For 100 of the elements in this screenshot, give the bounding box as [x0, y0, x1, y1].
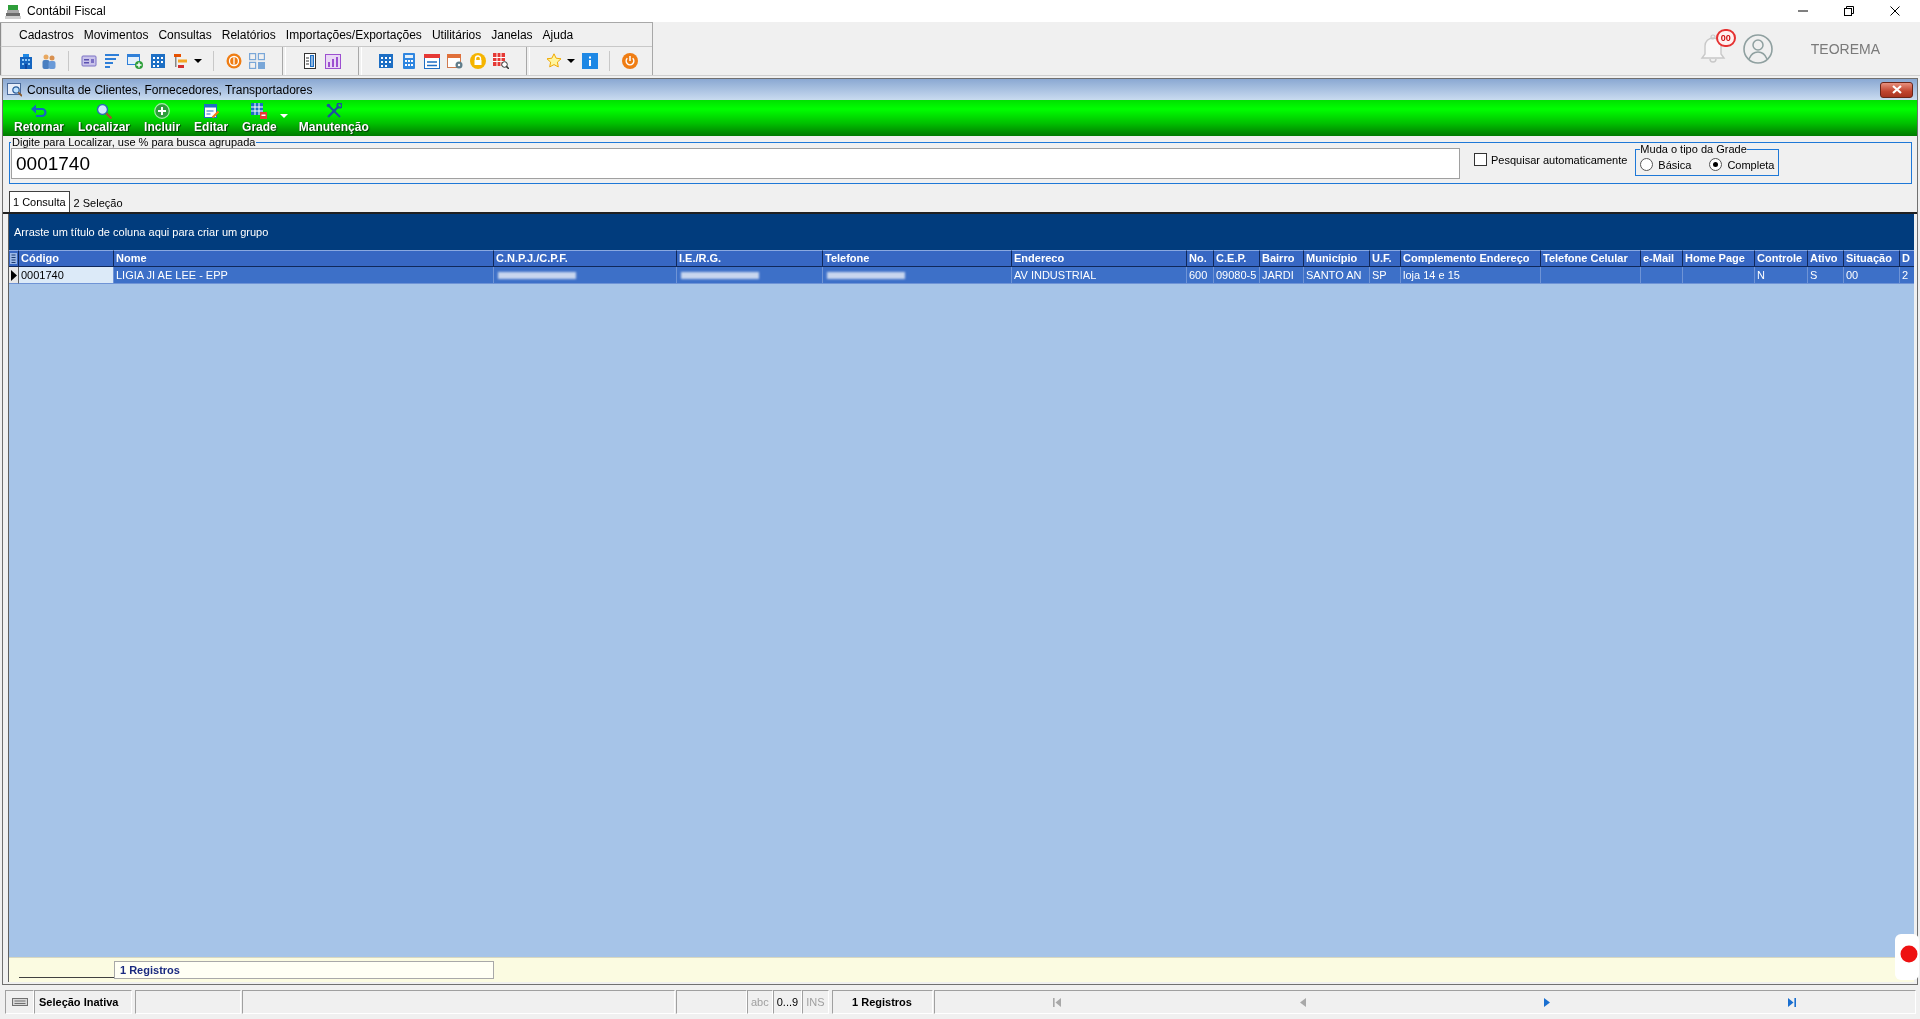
building-icon[interactable]: [17, 53, 34, 69]
table-search-icon[interactable]: [492, 53, 509, 69]
user-name: TEOREMA: [1810, 40, 1880, 57]
table-cell: SP: [1370, 267, 1401, 284]
menu-item[interactable]: Consultas: [153, 25, 217, 44]
power-icon[interactable]: [621, 53, 638, 69]
checkbox[interactable]: [1474, 153, 1487, 166]
column-header[interactable]: Telefone: [823, 250, 1012, 267]
column-header[interactable]: D: [1900, 250, 1914, 267]
tab[interactable]: 1 Consulta: [9, 191, 70, 212]
id-card-icon[interactable]: [80, 53, 97, 69]
group-hint: Arraste um título de coluna aqui para criar um grupo: [9, 214, 1914, 250]
table-cell: 0001740: [19, 267, 114, 284]
calendar-icon[interactable]: [149, 53, 166, 69]
radio-label: Completa: [1727, 158, 1775, 171]
column-header[interactable]: Endereco: [1012, 250, 1187, 267]
menu-item[interactable]: Cadastros: [14, 25, 79, 44]
status-indicator: abc: [747, 990, 773, 1014]
column-header[interactable]: U.F.: [1370, 250, 1401, 267]
table-cell: LIGIA JI AE LEE - EPP: [114, 267, 494, 284]
column-header[interactable]: C.E.P.: [1214, 250, 1260, 267]
calendar-gear-icon[interactable]: [446, 53, 463, 69]
table-cell: S: [1808, 267, 1844, 284]
tab[interactable]: 2 Seleção: [69, 193, 127, 212]
close-button[interactable]: [1880, 81, 1913, 98]
window-plus-icon[interactable]: [126, 53, 143, 69]
status-text: Seleção Inativa: [34, 990, 132, 1014]
list-icon[interactable]: [103, 53, 120, 69]
column-header[interactable]: I.E./R.G.: [677, 250, 823, 267]
toolbar-button[interactable]: Manutenção: [291, 103, 376, 136]
table-cell: N: [1755, 267, 1808, 284]
child-window-title: Consulta de Clientes, Fornecedores, Transportadores: [27, 82, 314, 97]
radio-label: Básica: [1658, 158, 1692, 171]
tools-icon: [325, 103, 342, 119]
calendar-icon[interactable]: [377, 53, 394, 69]
books-icon: [5, 3, 21, 19]
menu-item[interactable]: Importações/Exportações: [280, 25, 427, 44]
caret-icon[interactable]: [194, 59, 202, 63]
undo-arrow-icon: [31, 103, 47, 119]
column-list-icon[interactable]: [10, 253, 17, 264]
menu-item[interactable]: Relatórios: [216, 25, 281, 44]
column-header[interactable]: Home Page: [1683, 250, 1755, 267]
radio-button[interactable]: [1640, 158, 1654, 171]
toolbar-button[interactable]: Editar: [187, 103, 236, 136]
restore-icon: [1844, 6, 1854, 16]
notification-badge: 00: [1715, 28, 1736, 47]
caret-icon: [279, 114, 288, 118]
column-header[interactable]: Ativo: [1808, 250, 1844, 267]
group-label: Muda o tipo da Grade: [1640, 143, 1747, 155]
status-text: 1 Registros: [831, 990, 933, 1014]
table-cell: 600: [1187, 267, 1214, 284]
user-avatar-icon[interactable]: [1742, 33, 1773, 64]
column-header[interactable]: Complemento Endereço: [1401, 250, 1541, 267]
menu-item[interactable]: Janelas: [486, 25, 538, 44]
squares-icon[interactable]: [248, 53, 265, 69]
column-header[interactable]: Nome: [114, 250, 494, 267]
chart-icon[interactable]: [324, 53, 341, 69]
table-cell: 00: [1844, 267, 1900, 284]
grid-icon: [251, 103, 268, 119]
caret-icon[interactable]: [567, 59, 575, 63]
table-cell: 2: [1900, 267, 1914, 284]
toolbar-button[interactable]: Localizar: [71, 103, 138, 136]
column-header[interactable]: Telefone Celular: [1541, 250, 1641, 267]
edit-form-icon: [203, 103, 220, 119]
column-header[interactable]: Município: [1304, 250, 1370, 267]
calculator-icon[interactable]: [400, 53, 417, 69]
window-title: Contábil Fiscal: [27, 4, 107, 18]
column-header[interactable]: e-Mail: [1641, 250, 1683, 267]
status-indicator: 0...9: [772, 990, 803, 1014]
column-header[interactable]: Bairro: [1260, 250, 1304, 267]
menu-item[interactable]: Movimentos: [78, 25, 154, 44]
star-icon[interactable]: [545, 53, 562, 69]
plus-icon: [154, 103, 171, 119]
column-header[interactable]: C.N.P.J./C.P.F.: [494, 250, 677, 267]
table-cell: SANTO AN: [1304, 267, 1370, 284]
checkbox-label: Pesquisar automaticamente: [1491, 153, 1628, 166]
toolbar-button[interactable]: Incluir: [137, 103, 188, 136]
toolbar-button[interactable]: Grade: [235, 103, 284, 136]
menu-item[interactable]: Ajuda: [537, 25, 579, 44]
coin-icon[interactable]: [225, 53, 242, 69]
calendar-icon[interactable]: [423, 53, 440, 69]
keyboard-icon[interactable]: [11, 998, 28, 1006]
bars-icon[interactable]: [172, 53, 189, 69]
document-icon[interactable]: [301, 53, 318, 69]
search-field[interactable]: 0001740: [11, 148, 1460, 179]
table-row[interactable]: 0001740 LIGIA JI AE LEE - EPP AV INDUSTRIAL 600 09080-5 JARDI SANTO AN SP loja 14 e 15 N S 00 2: [9, 267, 1914, 284]
table-cell: AV INDUSTRIAL: [1012, 267, 1187, 284]
table-cell: 09080-5: [1214, 267, 1260, 284]
column-header[interactable]: Código: [19, 250, 114, 267]
column-header[interactable]: Situação: [1844, 250, 1900, 267]
menu-item[interactable]: Utilitários: [426, 25, 487, 44]
toolbar-button[interactable]: Retornar: [7, 103, 71, 136]
info-icon[interactable]: [581, 53, 598, 69]
close-icon: [1890, 6, 1900, 16]
column-header[interactable]: Controle: [1755, 250, 1808, 267]
column-header[interactable]: No.: [1187, 250, 1214, 267]
status-indicator: INS: [802, 990, 829, 1014]
radio-button[interactable]: [1709, 158, 1723, 171]
close-icon: [1891, 85, 1902, 94]
people-icon[interactable]: [40, 53, 57, 69]
